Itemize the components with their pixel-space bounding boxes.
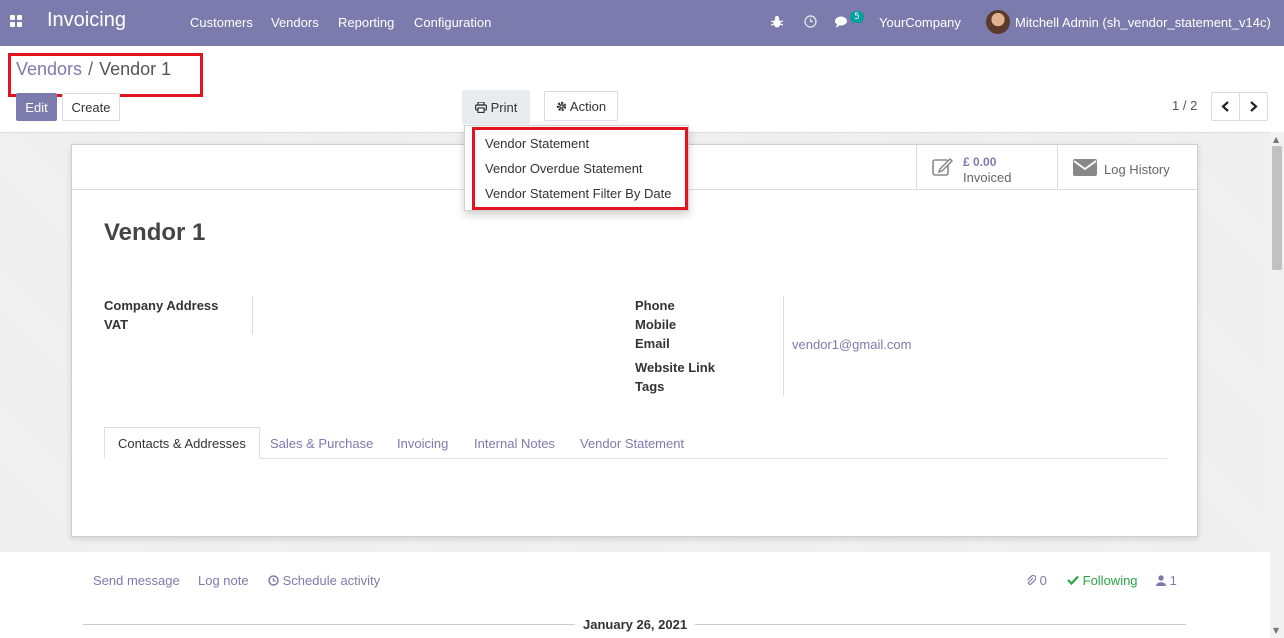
print-label: Print [490,99,518,115]
company-address-label: Company Address [104,298,219,313]
tab-sales-purchase[interactable]: Sales & Purchase [257,427,386,459]
clock-icon[interactable] [804,15,817,28]
tab-vendor-statement[interactable]: Vendor Statement [567,427,697,459]
log-history-label: Log History [1104,162,1170,177]
menu-configuration[interactable]: Configuration [414,15,491,30]
tags-label: Tags [635,379,665,394]
scrollbar[interactable]: ▲ ▼ [1270,132,1284,638]
apps-menu-icon[interactable] [10,15,24,29]
tab-contacts-addresses[interactable]: Contacts & Addresses [104,427,260,459]
attachments-count: 0 [1039,573,1047,588]
invoiced-label: Invoiced [963,170,1012,185]
action-dropdown-button[interactable]: Action [544,91,618,121]
pager-next-button[interactable] [1239,92,1268,121]
edit-button[interactable]: Edit [16,93,57,121]
vat-label: VAT [104,317,129,332]
print-dropdown-button[interactable]: Print [462,90,530,124]
create-button[interactable]: Create [62,93,120,121]
record-title[interactable]: Vendor 1 [104,219,205,247]
chevron-right-icon [1250,101,1258,112]
invoiced-stat-button[interactable]: £ 0.00 Invoiced [916,145,1058,189]
pencil-square-icon [932,157,954,176]
user-avatar[interactable] [986,10,1010,34]
phone-label: Phone [635,298,675,313]
clock-icon [268,575,279,586]
app-name[interactable]: Invoicing [47,9,126,32]
message-count-badge: 5 [850,11,864,23]
scrollbar-thumb[interactable] [1272,146,1282,270]
envelope-icon [1073,159,1097,176]
pager-value[interactable]: 1 / 2 [1172,98,1197,113]
highlight-box-breadcrumb [8,53,203,97]
company-switcher[interactable]: YourCompany [879,15,961,30]
left-group-divider [252,296,253,334]
menu-customers[interactable]: Customers [190,15,253,30]
attachments-button[interactable]: 0 [1026,573,1047,588]
invoiced-amount: £ 0.00 [963,155,997,169]
highlight-box-print-menu [472,127,688,210]
messages-icon[interactable] [835,15,851,29]
scroll-down-arrow-icon[interactable]: ▼ [1273,626,1279,635]
right-group-divider [783,296,784,396]
email-value[interactable]: vendor1@gmail.com [792,337,911,352]
gear-icon [556,101,567,111]
followers-button[interactable]: 1 [1156,573,1177,588]
user-menu[interactable]: Mitchell Admin (sh_vendor_statement_v14c… [1015,15,1271,30]
bug-icon[interactable] [771,15,783,29]
pager-previous-button[interactable] [1211,92,1240,121]
log-note-button[interactable]: Log note [198,573,249,588]
schedule-activity-label: Schedule activity [282,573,381,588]
website-label: Website Link [635,360,715,375]
followers-count: 1 [1169,573,1177,588]
user-icon [1156,575,1166,586]
check-icon [1067,575,1079,586]
log-history-stat-button[interactable]: Log History [1057,145,1198,189]
mobile-label: Mobile [635,317,677,332]
following-label: Following [1082,573,1138,588]
chevron-left-icon [1221,101,1229,112]
send-message-button[interactable]: Send message [93,573,180,588]
action-label: Action [569,98,607,114]
tab-internal-notes[interactable]: Internal Notes [461,427,568,459]
tab-invoicing[interactable]: Invoicing [384,427,461,459]
email-label: Email [635,336,670,351]
menu-vendors[interactable]: Vendors [271,15,319,30]
menu-reporting[interactable]: Reporting [338,15,394,30]
date-separator-label: January 26, 2021 [575,617,696,632]
schedule-activity-button[interactable]: Schedule activity [268,573,380,588]
paperclip-icon [1027,574,1037,585]
scroll-up-arrow-icon[interactable]: ▲ [1273,135,1279,144]
printer-icon [474,101,487,113]
following-button[interactable]: Following [1067,573,1138,588]
top-navbar: Invoicing Customers Vendors Reporting Co… [0,0,1284,46]
